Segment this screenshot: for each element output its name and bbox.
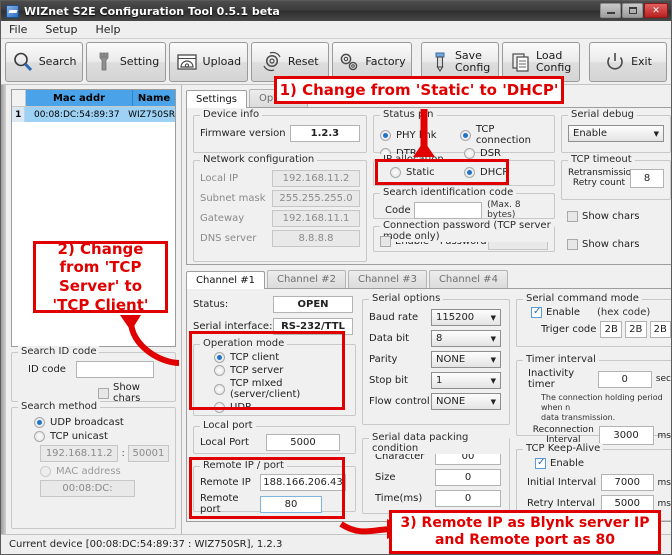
annotation-2: 2) Change from 'TCP Server' to 'TCP Clie… [33, 240, 168, 314]
annotation-1: 1) Change from 'Static' to 'DHCP' [274, 76, 564, 104]
application-window: WIZnet S2E Configuration Tool 0.5.1 beta… [0, 0, 672, 555]
annotation-3: 3) Remote IP as Blynk server IP and Remo… [389, 510, 661, 554]
